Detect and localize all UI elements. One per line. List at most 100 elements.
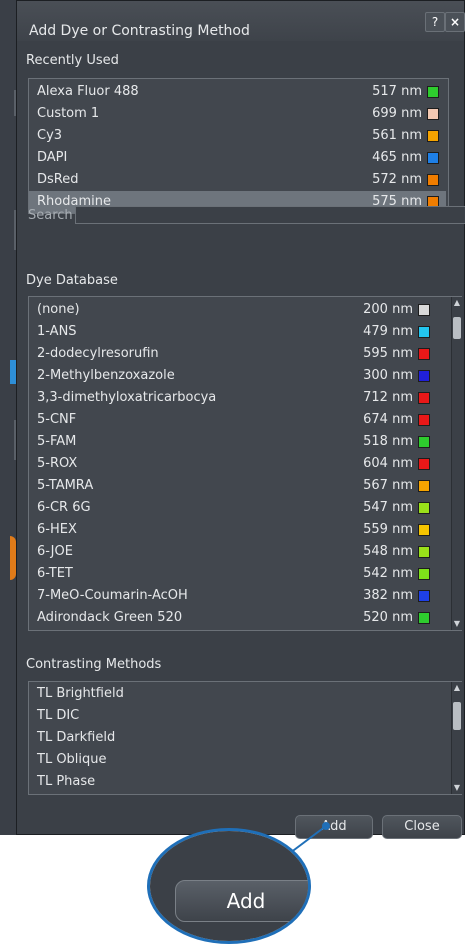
list-item[interactable]: 6-CR 6G 547 nm bbox=[29, 497, 449, 519]
dye-name: 5-CNF bbox=[37, 412, 77, 427]
dye-name: Custom 1 bbox=[37, 106, 100, 121]
color-swatch bbox=[427, 130, 439, 142]
dye-wavelength: 517 nm bbox=[372, 84, 422, 99]
dye-wavelength: 548 nm bbox=[363, 544, 413, 559]
dye-name: 6-JOE bbox=[37, 544, 73, 559]
color-swatch bbox=[427, 86, 439, 98]
dye-name: Alexa Fluor 488 bbox=[37, 84, 139, 99]
list-item[interactable]: Cy3 561 nm bbox=[29, 125, 446, 147]
list-item[interactable]: 5-ROX 604 nm bbox=[29, 453, 449, 475]
list-item[interactable]: 7-MeO-Coumarin-AcOH 382 nm bbox=[29, 585, 449, 607]
scroll-down-icon[interactable]: ▼ bbox=[453, 783, 461, 793]
list-item[interactable]: 6-TET 542 nm bbox=[29, 563, 449, 585]
dye-name: DAPI bbox=[37, 150, 68, 165]
list-item[interactable]: 2-Methylbenzoxazole 300 nm bbox=[29, 365, 449, 387]
dye-wavelength: 518 nm bbox=[363, 434, 413, 449]
dye-name: 5-TAMRA bbox=[37, 478, 94, 493]
dialog-titlebar[interactable]: Add Dye or Contrasting Method ? × bbox=[17, 1, 465, 41]
dye-wavelength: 604 nm bbox=[363, 456, 413, 471]
list-item[interactable]: Custom 1 699 nm bbox=[29, 103, 446, 125]
list-item[interactable]: TL Oblique bbox=[29, 749, 449, 771]
list-item[interactable]: 2-dodecylresorufin 595 nm bbox=[29, 343, 449, 365]
method-name: TL Brightfield bbox=[37, 686, 124, 701]
dye-database-scrollbar[interactable]: ▲ ▼ bbox=[451, 297, 462, 630]
list-item[interactable]: 3,3-dimethyloxatricarbocya 712 nm bbox=[29, 387, 449, 409]
list-item[interactable]: TL Darkfield bbox=[29, 727, 449, 749]
scroll-up-icon[interactable]: ▲ bbox=[453, 683, 461, 693]
list-item[interactable]: 5-CNF 674 nm bbox=[29, 409, 449, 431]
list-item[interactable]: DsRed 572 nm bbox=[29, 169, 446, 191]
color-swatch bbox=[418, 480, 430, 492]
dye-name: 7-MeO-Coumarin-AcOH bbox=[37, 588, 188, 603]
close-icon[interactable]: × bbox=[445, 12, 465, 32]
color-swatch bbox=[418, 546, 430, 558]
contrasting-methods-list[interactable]: ▲ ▼ TL Brightfield TL DIC TL Darkfield TL O… bbox=[28, 681, 462, 795]
dye-wavelength: 200 nm bbox=[363, 302, 413, 317]
list-item[interactable]: (none) 200 nm bbox=[29, 299, 449, 321]
list-item[interactable]: 6-JOE 548 nm bbox=[29, 541, 449, 563]
list-item[interactable]: TL Phase bbox=[29, 771, 449, 793]
dye-wavelength: 595 nm bbox=[363, 346, 413, 361]
search-input[interactable] bbox=[75, 206, 465, 224]
zoom-callout: Add bbox=[147, 828, 311, 944]
list-item[interactable]: TL Brightfield bbox=[29, 683, 449, 705]
dialog-title: Add Dye or Contrasting Method bbox=[29, 23, 250, 39]
dye-name: 6-CR 6G bbox=[37, 500, 91, 515]
dye-name: 5-ROX bbox=[37, 456, 78, 471]
contrasting-methods-scrollbar[interactable]: ▲ ▼ bbox=[451, 682, 462, 794]
list-item[interactable]: 6-HEX 559 nm bbox=[29, 519, 449, 541]
dye-name: DsRed bbox=[37, 172, 79, 187]
color-swatch bbox=[427, 152, 439, 164]
zoom-add-button: Add bbox=[175, 880, 308, 922]
dye-name: 3,3-dimethyloxatricarbocya bbox=[37, 390, 217, 405]
color-swatch bbox=[418, 458, 430, 470]
color-swatch bbox=[427, 174, 439, 186]
color-swatch bbox=[418, 304, 430, 316]
dye-wavelength: 674 nm bbox=[363, 412, 413, 427]
scroll-thumb[interactable] bbox=[453, 702, 461, 730]
method-name: TL Phase bbox=[37, 774, 96, 789]
color-swatch bbox=[418, 326, 430, 338]
dye-wavelength: 561 nm bbox=[372, 128, 422, 143]
close-button[interactable]: Close bbox=[382, 815, 462, 839]
dye-wavelength: 572 nm bbox=[372, 172, 422, 187]
dye-name: 5-FAM bbox=[37, 434, 77, 449]
list-item[interactable]: 5-TAMRA 567 nm bbox=[29, 475, 449, 497]
color-swatch bbox=[418, 612, 430, 624]
scroll-up-icon[interactable]: ▲ bbox=[453, 298, 461, 308]
dye-wavelength: 479 nm bbox=[363, 324, 413, 339]
dye-wavelength: 699 nm bbox=[372, 106, 422, 121]
scroll-down-icon[interactable]: ▼ bbox=[453, 619, 461, 629]
color-swatch bbox=[418, 590, 430, 602]
method-name: TL DIC bbox=[37, 708, 80, 723]
dye-wavelength: 465 nm bbox=[372, 150, 422, 165]
dye-name: 6-TET bbox=[37, 566, 73, 581]
dye-database-list[interactable]: ▲ ▼ (none) 200 nm 1-ANS 479 nm 2-dodecylreso… bbox=[28, 296, 462, 631]
list-item[interactable]: DAPI 465 nm bbox=[29, 147, 446, 169]
recently-used-list[interactable]: Alexa Fluor 488 517 nm Custom 1 699 nm Cy3 56… bbox=[28, 78, 449, 214]
color-swatch bbox=[418, 348, 430, 360]
dye-wavelength: 382 nm bbox=[363, 588, 413, 603]
list-item[interactable]: TL DIC bbox=[29, 705, 449, 727]
dye-wavelength: 542 nm bbox=[363, 566, 413, 581]
dye-name: Adirondack Green 520 bbox=[37, 610, 183, 625]
dye-wavelength: 712 nm bbox=[363, 390, 413, 405]
color-swatch bbox=[418, 370, 430, 382]
dye-name: (none) bbox=[37, 302, 80, 317]
method-name: TL Oblique bbox=[37, 752, 107, 767]
list-item[interactable]: 1-ANS 479 nm bbox=[29, 321, 449, 343]
dye-wavelength: 559 nm bbox=[363, 522, 413, 537]
help-icon[interactable]: ? bbox=[425, 12, 445, 32]
recently-used-label: Recently Used bbox=[26, 53, 119, 68]
list-item[interactable]: 5-FAM 518 nm bbox=[29, 431, 449, 453]
dye-name: 6-HEX bbox=[37, 522, 77, 537]
dye-wavelength: 547 nm bbox=[363, 500, 413, 515]
list-item[interactable]: Adirondack Green 520 520 nm bbox=[29, 607, 449, 629]
search-label: Search bbox=[28, 208, 73, 223]
add-dye-dialog: Add Dye or Contrasting Method ? × Recent… bbox=[16, 0, 465, 839]
scroll-thumb[interactable] bbox=[453, 317, 461, 339]
dye-name: Cy3 bbox=[37, 128, 63, 143]
color-swatch bbox=[427, 108, 439, 120]
list-item[interactable]: Alexa Fluor 488 517 nm bbox=[29, 81, 446, 103]
color-swatch bbox=[418, 502, 430, 514]
